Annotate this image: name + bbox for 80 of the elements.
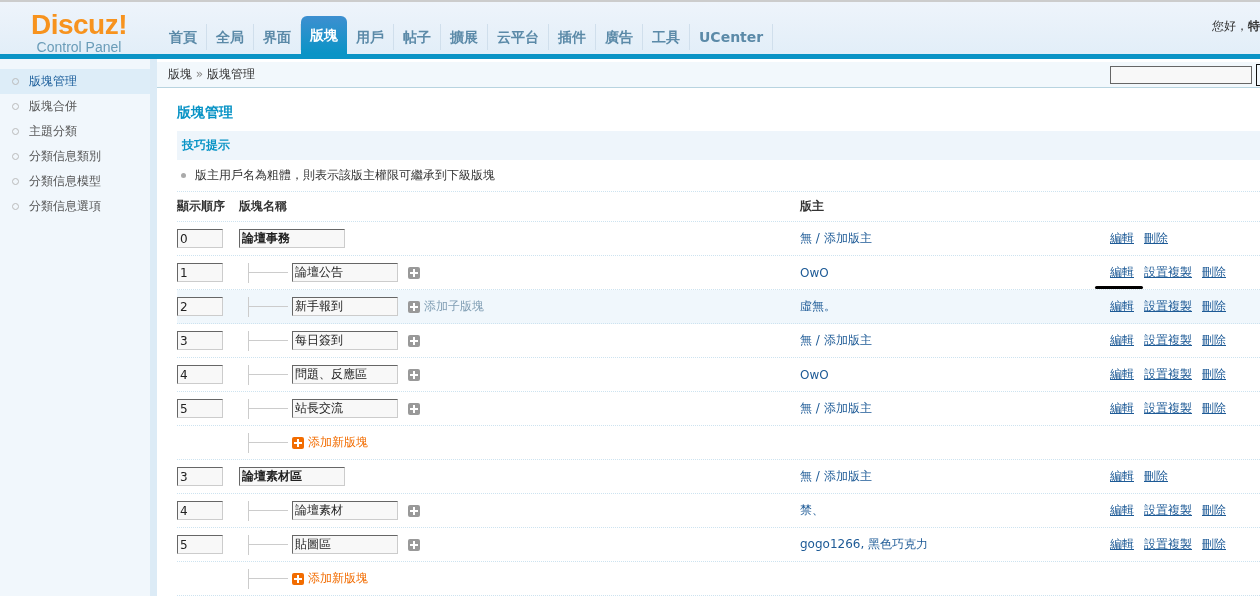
moderator-link[interactable]: gogo1266, 黑色巧克力 bbox=[800, 536, 1110, 553]
forum-name-field[interactable]: 問題、反應區 bbox=[292, 365, 398, 384]
order-field[interactable]: 5 bbox=[177, 535, 223, 554]
forum-name-field[interactable]: 新手報到 bbox=[292, 297, 398, 316]
order-field[interactable]: 3 bbox=[177, 331, 223, 350]
action-link[interactable]: 刪除 bbox=[1202, 332, 1226, 349]
sidebar-item[interactable]: 分類信息類別 bbox=[0, 144, 150, 169]
plus-icon[interactable] bbox=[408, 504, 420, 517]
forum-name-field[interactable]: 貼圖區 bbox=[292, 535, 398, 554]
action-link[interactable]: 刪除 bbox=[1144, 468, 1168, 485]
plus-icon[interactable] bbox=[408, 300, 420, 313]
order-field[interactable]: 5 bbox=[177, 399, 223, 418]
action-link[interactable]: 設置複製 bbox=[1144, 332, 1192, 349]
action-link[interactable]: 刪除 bbox=[1202, 502, 1226, 519]
order-field[interactable]: 2 bbox=[177, 297, 223, 316]
sidebar-item[interactable]: 版塊合併 bbox=[0, 94, 150, 119]
moderator-link[interactable]: 無 / 添加版主 bbox=[800, 332, 1110, 349]
search-button[interactable] bbox=[1256, 63, 1260, 86]
tip-text: 版主用戶名為粗體，則表示該版主權限可繼承到下級版塊 bbox=[195, 167, 495, 184]
column-header: 顯示順序 bbox=[177, 198, 226, 215]
plus-icon[interactable] bbox=[408, 538, 420, 551]
plus-icon bbox=[292, 436, 304, 449]
action-link[interactable]: 編輯 bbox=[1110, 468, 1134, 485]
action-link[interactable]: 編輯 bbox=[1110, 366, 1134, 383]
action-link[interactable]: 設置複製 bbox=[1144, 264, 1192, 281]
forum-name-field[interactable]: 站長交流 bbox=[292, 399, 398, 418]
moderator-link[interactable]: 禁、 bbox=[800, 502, 1110, 519]
plus-icon[interactable] bbox=[408, 266, 420, 279]
moderator-link[interactable]: 無 / 添加版主 bbox=[800, 230, 1110, 247]
action-link[interactable]: 編輯 bbox=[1110, 332, 1134, 349]
moderator-link[interactable]: 無 / 添加版主 bbox=[800, 400, 1110, 417]
action-link[interactable]: 設置複製 bbox=[1144, 400, 1192, 417]
order-field[interactable]: 3 bbox=[177, 467, 223, 486]
column-header: 版主 bbox=[800, 198, 825, 215]
action-link[interactable]: 刪除 bbox=[1202, 264, 1226, 281]
action-link[interactable]: 編輯 bbox=[1110, 536, 1134, 553]
action-link[interactable]: 編輯 bbox=[1110, 264, 1134, 281]
action-link[interactable]: 刪除 bbox=[1202, 366, 1226, 383]
order-field[interactable]: 4 bbox=[177, 501, 223, 520]
sidebar-item[interactable]: 主題分類 bbox=[0, 119, 150, 144]
tips-title: 技巧提示 bbox=[182, 137, 230, 154]
action-link[interactable]: 編輯 bbox=[1110, 400, 1134, 417]
moderator-link[interactable]: OwO bbox=[800, 367, 1110, 382]
order-field[interactable]: 1 bbox=[177, 263, 223, 282]
action-link[interactable]: 刪除 bbox=[1202, 536, 1226, 553]
category-name-field[interactable]: 論壇事務 bbox=[239, 229, 345, 248]
logo-text: Discuz! bbox=[30, 11, 128, 39]
page-title: 版塊管理 bbox=[177, 104, 234, 122]
sidebar-item[interactable]: 分類信息選項 bbox=[0, 194, 150, 219]
breadcrumb: 版塊 » 版塊管理 bbox=[168, 66, 256, 83]
action-link[interactable]: 設置複製 bbox=[1144, 536, 1192, 553]
plus-icon[interactable] bbox=[408, 402, 420, 415]
plus-icon bbox=[292, 572, 304, 585]
category-name-field[interactable]: 論壇素材區 bbox=[239, 467, 345, 486]
sidebar-item[interactable]: 版塊管理 bbox=[0, 69, 150, 94]
action-link[interactable]: 刪除 bbox=[1202, 400, 1226, 417]
action-link[interactable]: 刪除 bbox=[1144, 230, 1168, 247]
action-link[interactable]: 設置複製 bbox=[1144, 298, 1192, 315]
column-header: 版塊名稱 bbox=[239, 198, 288, 215]
action-link[interactable]: 設置複製 bbox=[1144, 502, 1192, 519]
plus-icon[interactable] bbox=[408, 334, 420, 347]
greeting-text: 您好，特 bbox=[1212, 18, 1260, 35]
action-link[interactable]: 編輯 bbox=[1110, 298, 1134, 315]
sidebar-item[interactable]: 分類信息模型 bbox=[0, 169, 150, 194]
logo-subtitle: Control Panel bbox=[36, 39, 122, 55]
action-link[interactable]: 編輯 bbox=[1110, 230, 1134, 247]
forum-name-field[interactable]: 論壇公告 bbox=[292, 263, 398, 282]
nav-tab[interactable]: 版塊 bbox=[301, 16, 347, 54]
forum-name-field[interactable]: 論壇素材 bbox=[292, 501, 398, 520]
plus-icon[interactable] bbox=[408, 368, 420, 381]
moderator-link[interactable]: 無 / 添加版主 bbox=[800, 468, 1110, 485]
search-field[interactable] bbox=[1110, 65, 1252, 84]
moderator-link[interactable]: 虛無。 bbox=[800, 298, 1110, 315]
action-link[interactable]: 設置複製 bbox=[1144, 366, 1192, 383]
action-link[interactable]: 刪除 bbox=[1202, 298, 1226, 315]
action-link[interactable]: 編輯 bbox=[1110, 502, 1134, 519]
order-field[interactable]: 4 bbox=[177, 365, 223, 384]
moderator-link[interactable]: OwO bbox=[800, 265, 1110, 280]
forum-name-field[interactable]: 每日簽到 bbox=[292, 331, 398, 350]
order-field[interactable]: 0 bbox=[177, 229, 223, 248]
